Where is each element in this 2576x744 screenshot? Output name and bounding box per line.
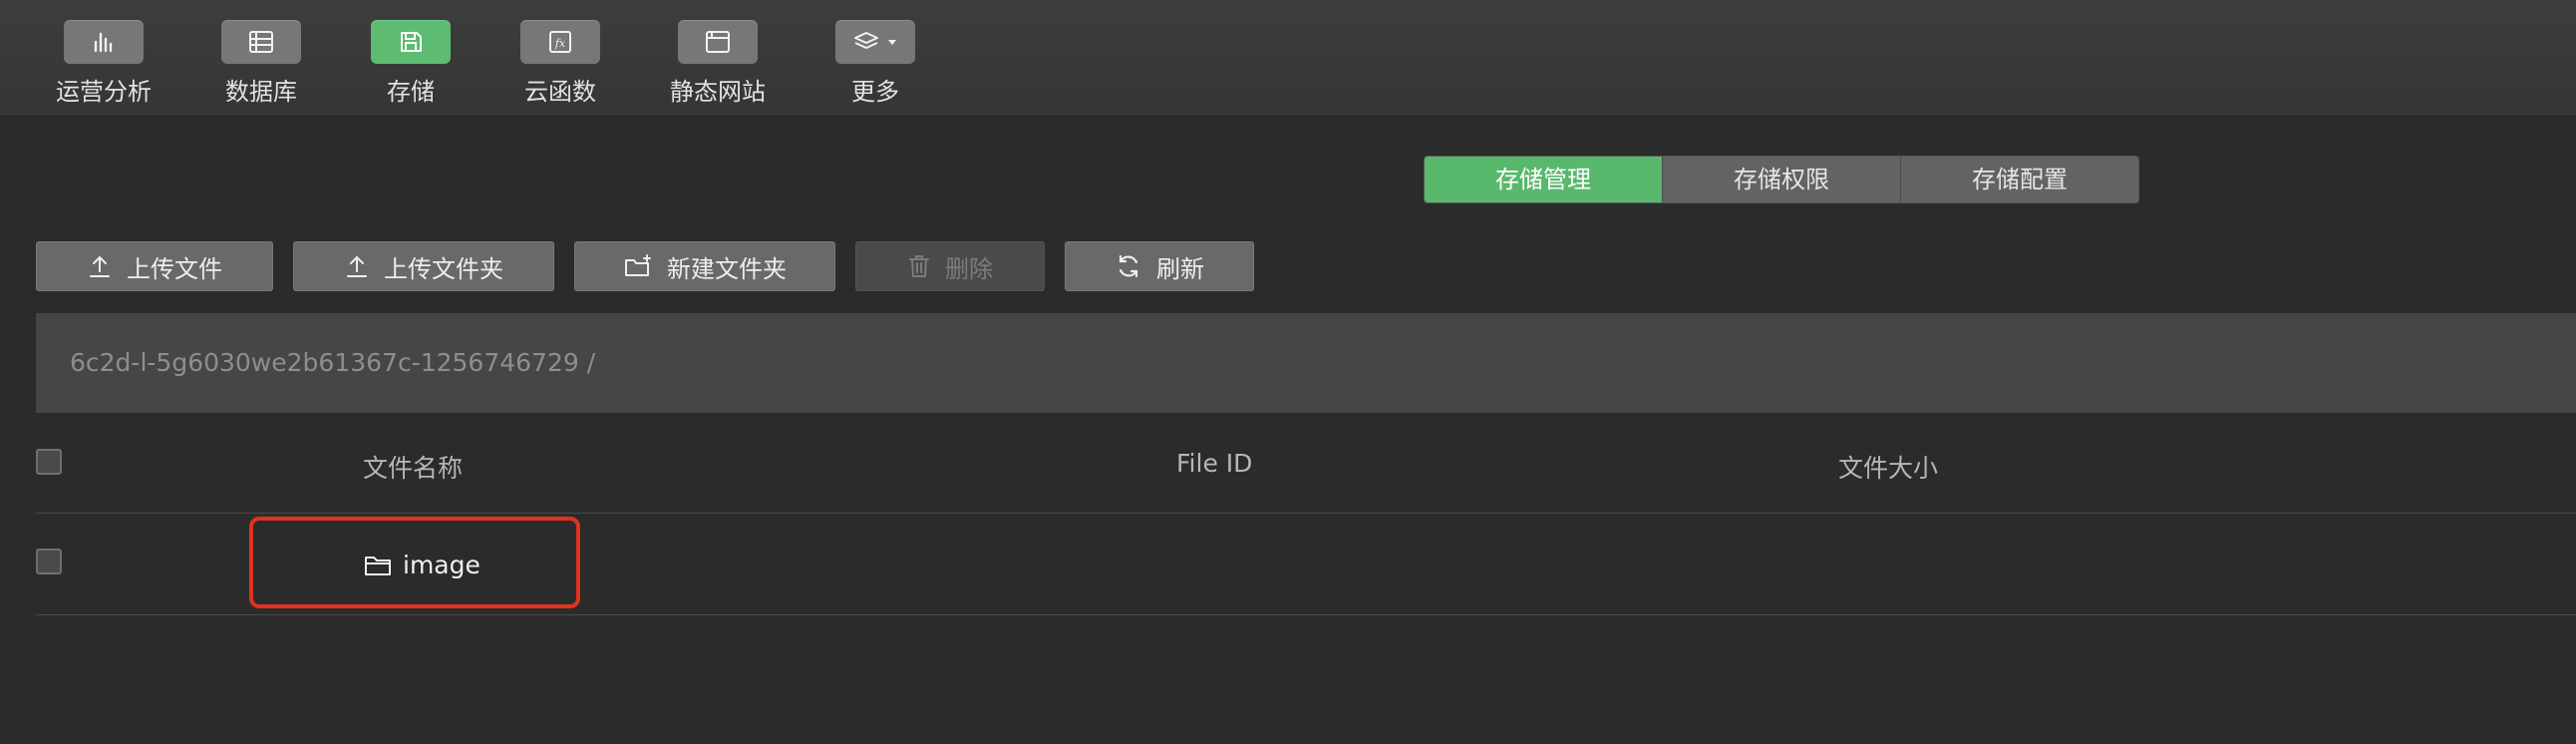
upload-file-button[interactable]: 上传文件 [36, 241, 273, 291]
caret-down-icon [888, 40, 896, 45]
new-folder-label: 新建文件夹 [667, 254, 787, 283]
upload-folder-label: 上传文件夹 [384, 254, 503, 283]
nav-item-database[interactable]: 数据库 [181, 20, 341, 107]
upload-folder-button[interactable]: 上传文件夹 [293, 241, 554, 291]
column-header-file-id: File ID [1176, 449, 1253, 478]
bar-chart-icon [94, 32, 113, 53]
browser-window-icon [706, 31, 730, 53]
bucket-path[interactable]: 6c2d-l-5g6030we2b61367c-1256746729 / [70, 313, 595, 413]
nav-label: 存储 [387, 78, 435, 106]
nav-label: 运营分析 [56, 78, 152, 106]
nav-item-storage[interactable]: 存储 [331, 20, 490, 107]
svg-text:fx: fx [554, 37, 566, 50]
column-header-file-size: 文件大小 [1838, 454, 1939, 483]
nav-item-cloud-function[interactable]: fx 云函数 [481, 20, 640, 107]
upload-icon [90, 255, 110, 277]
nav-label: 更多 [851, 78, 899, 106]
row-divider [36, 614, 2576, 615]
tab-storage-config[interactable]: 存储配置 [1901, 157, 2138, 202]
new-folder-icon [625, 254, 651, 276]
upload-file-label: 上传文件 [127, 254, 222, 283]
breadcrumb: 6c2d-l-5g6030we2b61367c-1256746729 / [36, 313, 2576, 413]
nav-button-database[interactable] [221, 20, 301, 64]
nav-item-more[interactable]: 更多 [796, 20, 955, 107]
refresh-label: 刷新 [1156, 254, 1204, 283]
nav-button-more[interactable] [835, 20, 915, 64]
save-icon [401, 32, 422, 52]
new-folder-button[interactable]: 新建文件夹 [574, 241, 835, 291]
nav-button-cloud-function[interactable]: fx [520, 20, 600, 64]
nav-button-static-website[interactable] [678, 20, 758, 64]
refresh-icon [1119, 254, 1138, 278]
function-icon: fx [549, 31, 571, 53]
nav-item-static-website[interactable]: 静态网站 [638, 20, 798, 107]
delete-label: 删除 [945, 254, 993, 283]
database-icon [249, 31, 273, 53]
select-all-checkbox[interactable] [36, 449, 62, 475]
tab-storage-management[interactable]: 存储管理 [1425, 157, 1663, 202]
trash-icon [909, 255, 929, 277]
tab-storage-permissions[interactable]: 存储权限 [1663, 157, 1901, 202]
nav-label: 静态网站 [670, 78, 766, 106]
nav-label: 云函数 [524, 78, 596, 106]
refresh-button[interactable]: 刷新 [1065, 241, 1254, 291]
nav-button-storage[interactable] [371, 20, 451, 64]
top-toolbar: 运营分析 数据库 存储 fx 云函数 静态网站 更多 [0, 0, 2576, 117]
storage-tabs: 存储管理 存储权限 存储配置 [1424, 156, 2139, 203]
row-checkbox[interactable] [36, 549, 62, 574]
header-divider [36, 513, 2576, 514]
upload-icon [347, 255, 367, 277]
column-header-filename: 文件名称 [363, 454, 464, 483]
delete-button[interactable]: 删除 [855, 241, 1045, 291]
layers-icon [854, 32, 878, 49]
nav-button-analytics[interactable] [64, 20, 144, 64]
highlight-box [249, 517, 580, 608]
nav-label: 数据库 [225, 78, 297, 106]
nav-item-analytics[interactable]: 运营分析 [24, 20, 183, 107]
